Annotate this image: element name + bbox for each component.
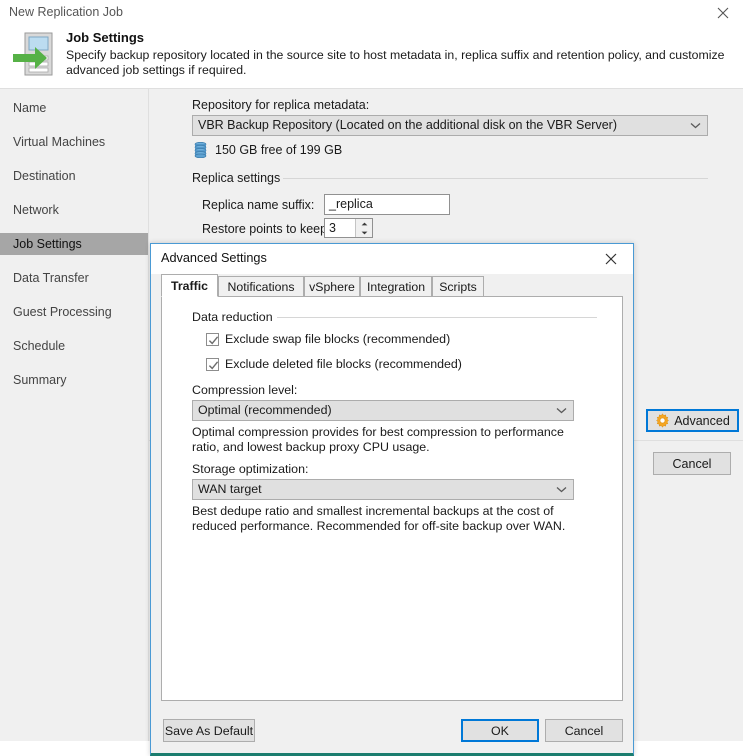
page-description: Specify backup repository located in the… xyxy=(66,48,725,77)
repository-label: Repository for replica metadata: xyxy=(192,98,370,112)
wizard-step-sidebar: Name Virtual Machines Destination Networ… xyxy=(0,89,149,741)
restore-points-label: Restore points to keep: xyxy=(202,222,331,236)
sidebar-item-summary[interactable]: Summary xyxy=(0,369,148,391)
repository-dropdown[interactable]: VBR Backup Repository (Located on the ad… xyxy=(192,115,708,136)
window-titlebar: New Replication Job xyxy=(0,0,743,25)
dialog-tabstrip: Traffic Notifications vSphere Integratio… xyxy=(161,274,623,297)
chevron-down-icon xyxy=(690,116,701,135)
chevron-down-icon xyxy=(556,401,567,420)
repository-free-space: 150 GB free of 199 GB xyxy=(215,143,343,157)
advanced-button[interactable]: Advanced xyxy=(646,409,739,432)
exclude-deleted-file-blocks-checkbox[interactable] xyxy=(206,358,219,371)
replica-settings-group-label: Replica settings xyxy=(192,171,287,185)
chevron-down-icon xyxy=(556,480,567,499)
disk-stack-icon xyxy=(194,141,207,159)
replication-job-icon xyxy=(11,28,63,80)
page-title: Job Settings xyxy=(66,30,145,45)
dialog-close-icon[interactable] xyxy=(589,244,633,274)
storage-optimization-dropdown[interactable]: WAN target xyxy=(192,479,574,500)
compression-level-dropdown[interactable]: Optimal (recommended) xyxy=(192,400,574,421)
storage-optimization-value: WAN target xyxy=(198,482,262,496)
sidebar-item-schedule[interactable]: Schedule xyxy=(0,335,148,357)
traffic-tab-panel: Data reduction Exclude swap file blocks … xyxy=(161,296,623,701)
compression-level-value: Optimal (recommended) xyxy=(198,403,332,417)
dialog-titlebar: Advanced Settings xyxy=(151,244,633,274)
sidebar-item-job-settings[interactable]: Job Settings xyxy=(0,233,148,255)
data-reduction-group-label: Data reduction xyxy=(192,310,279,324)
group-divider xyxy=(283,178,708,179)
gear-icon xyxy=(655,413,670,428)
dialog-title: Advanced Settings xyxy=(161,251,267,265)
exclude-swap-file-blocks-label: Exclude swap file blocks (recommended) xyxy=(225,332,451,346)
replica-suffix-input[interactable]: _replica xyxy=(324,194,450,215)
compression-level-description: Optimal compression provides for best co… xyxy=(192,425,564,454)
window-title: New Replication Job xyxy=(9,5,123,19)
sidebar-item-data-transfer[interactable]: Data Transfer xyxy=(0,267,148,289)
sidebar-item-destination[interactable]: Destination xyxy=(0,165,148,187)
storage-optimization-description: Best dedupe ratio and smallest increment… xyxy=(192,504,566,533)
sidebar-item-name[interactable]: Name xyxy=(0,97,148,119)
save-as-default-button[interactable]: Save As Default xyxy=(163,719,255,742)
stepper-buttons[interactable] xyxy=(355,219,372,237)
storage-optimization-label: Storage optimization: xyxy=(192,462,309,476)
dialog-cancel-button[interactable]: Cancel xyxy=(545,719,623,742)
stepper-up-icon[interactable] xyxy=(356,219,372,228)
cancel-button[interactable]: Cancel xyxy=(653,452,731,475)
tab-integration[interactable]: Integration xyxy=(360,276,432,296)
repository-dropdown-value: VBR Backup Repository (Located on the ad… xyxy=(198,118,617,132)
compression-level-label: Compression level: xyxy=(192,383,298,397)
restore-points-stepper[interactable]: 3 xyxy=(324,218,373,238)
window-close-icon[interactable] xyxy=(703,0,743,25)
ok-button[interactable]: OK xyxy=(461,719,539,742)
tab-traffic[interactable]: Traffic xyxy=(161,274,218,297)
stepper-down-icon[interactable] xyxy=(356,228,372,237)
tab-vsphere[interactable]: vSphere xyxy=(304,276,360,296)
sidebar-item-network[interactable]: Network xyxy=(0,199,148,221)
exclude-swap-file-blocks-checkbox[interactable] xyxy=(206,333,219,346)
wizard-header: Job Settings Specify backup repository l… xyxy=(0,25,743,89)
tab-notifications[interactable]: Notifications xyxy=(218,276,304,296)
sidebar-item-guest-processing[interactable]: Guest Processing xyxy=(0,301,148,323)
sidebar-item-virtual-machines[interactable]: Virtual Machines xyxy=(0,131,148,153)
exclude-deleted-file-blocks-label: Exclude deleted file blocks (recommended… xyxy=(225,357,462,371)
group-divider xyxy=(277,317,597,318)
advanced-button-label: Advanced xyxy=(674,413,730,428)
restore-points-value: 3 xyxy=(329,221,336,235)
tab-scripts[interactable]: Scripts xyxy=(432,276,484,296)
replica-suffix-label: Replica name suffix: xyxy=(202,198,315,212)
advanced-settings-dialog: Advanced Settings Traffic Notifications … xyxy=(150,243,634,756)
